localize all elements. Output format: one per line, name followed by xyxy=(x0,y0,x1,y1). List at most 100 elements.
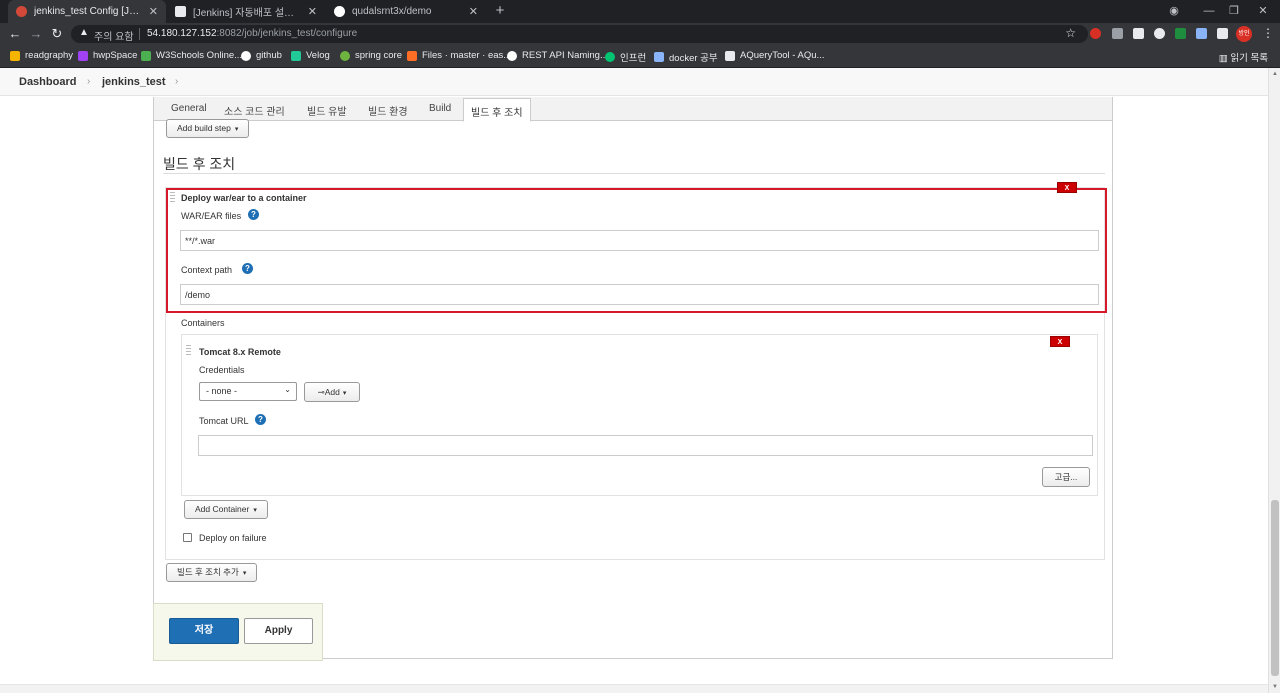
extension-icon[interactable] xyxy=(1154,28,1165,39)
bookmark-label: hwpSpace xyxy=(93,50,138,61)
extension-icon[interactable] xyxy=(1090,28,1101,39)
button-label: Add xyxy=(324,387,340,397)
add-container-button[interactable]: Add Container ▾ xyxy=(184,500,268,519)
advanced-button[interactable]: 고급... xyxy=(1042,467,1090,487)
close-tab-icon[interactable]: ✕ xyxy=(469,5,478,18)
bookmark-aquerytool[interactable]: AQueryTool - AQu... xyxy=(725,50,824,61)
extension-icon[interactable] xyxy=(1133,28,1144,39)
tab-build[interactable]: Build xyxy=(429,103,451,114)
menu-kebab-icon[interactable]: ⋮ xyxy=(1262,26,1274,40)
close-tab-icon[interactable]: ✕ xyxy=(308,5,317,18)
tomcat-title: Tomcat 8.x Remote xyxy=(199,347,281,357)
back-icon[interactable]: ← xyxy=(7,26,23,42)
url-text[interactable]: 54.180.127.152:8082/job/jenkins_test/con… xyxy=(147,28,357,39)
bookmark-label: AQueryTool - AQu... xyxy=(740,50,825,61)
caret-down-icon: ▾ xyxy=(242,570,247,577)
close-window-icon[interactable]: ✕ xyxy=(1250,0,1276,23)
browser-tab-github[interactable]: qudalsrnt3x/demo ✕ xyxy=(326,0,486,23)
tab-source-code[interactable]: 소스 코드 관리 xyxy=(224,103,285,118)
drag-handle-icon[interactable] xyxy=(186,345,191,357)
add-post-build-action-button[interactable]: 빌드 후 조치 추가 ▾ xyxy=(166,563,258,582)
breadcrumb-job[interactable]: jenkins_test xyxy=(102,76,166,88)
tab-post-build[interactable]: 빌드 후 조치 xyxy=(463,98,531,122)
close-tab-icon[interactable]: ✕ xyxy=(149,5,158,18)
new-tab-icon[interactable]: + xyxy=(491,2,509,20)
browser-tab-jenkins-config[interactable]: jenkins_test Config [Jenkins] ✕ xyxy=(8,0,166,23)
restore-icon[interactable]: ❐ xyxy=(1221,0,1247,23)
bookmark-rest-api[interactable]: REST API Naming... xyxy=(507,50,608,61)
deploy-title: Deploy war/ear to a container xyxy=(181,193,307,203)
bookmark-label: 인프런 xyxy=(620,53,647,64)
help-icon[interactable]: ? xyxy=(255,414,266,425)
tab-title: jenkins_test Config [Jenkins] xyxy=(34,6,141,17)
reload-icon[interactable]: ↻ xyxy=(49,26,65,42)
breadcrumb-separator[interactable]: › xyxy=(87,76,90,87)
select-value: - none - xyxy=(206,386,238,396)
apply-button[interactable]: Apply xyxy=(244,618,313,644)
page-scrollbar[interactable]: ▲ ▼ xyxy=(1268,68,1280,693)
scroll-down-icon[interactable]: ▼ xyxy=(1269,681,1280,693)
tab-build-triggers[interactable]: 빌드 유발 xyxy=(307,103,347,118)
bookmark-hwpspace[interactable]: hwpSpace xyxy=(78,50,137,61)
monitor-icon xyxy=(654,52,664,62)
minimize-icon[interactable]: — xyxy=(1196,0,1222,23)
tomcat-container-block xyxy=(181,334,1098,496)
tab-search-icon[interactable]: ◉ xyxy=(1161,0,1187,23)
button-label: 빌드 후 조치 추가 xyxy=(177,567,239,577)
url-path: :8082/job/jenkins_test/configure xyxy=(216,28,358,39)
address-bar[interactable]: ▲ 주의 요함 54.180.127.152:8082/job/jenkins_… xyxy=(71,25,1088,43)
jenkins-favicon-icon xyxy=(16,6,27,17)
caret-down-icon: ▾ xyxy=(234,126,239,133)
scroll-up-icon[interactable]: ▲ xyxy=(1269,68,1280,80)
help-icon[interactable]: ? xyxy=(242,263,253,274)
bookmark-star-icon[interactable]: ☆ xyxy=(1065,26,1076,40)
caret-down-icon: ▾ xyxy=(253,507,257,514)
tomcat-url-input[interactable] xyxy=(198,435,1093,456)
add-credentials-button[interactable]: ⊸Add ▾ xyxy=(304,382,360,402)
context-path-input[interactable]: /demo xyxy=(180,284,1099,305)
tab-title: [Jenkins] 자동배포 설정 :: 개인의 xyxy=(193,8,300,19)
profile-avatar[interactable]: 방인 xyxy=(1236,26,1252,42)
bookmark-github[interactable]: github xyxy=(241,50,282,61)
breadcrumb-separator[interactable]: › xyxy=(175,76,178,87)
browser-tab-blog[interactable]: [Jenkins] 자동배포 설정 :: 개인의 ✕ xyxy=(167,0,325,23)
breadcrumb: Dashboard › jenkins_test › xyxy=(0,68,1268,96)
save-button[interactable]: 저장 xyxy=(169,618,239,644)
breadcrumb-dashboard[interactable]: Dashboard xyxy=(19,76,76,88)
tab-general[interactable]: General xyxy=(171,103,207,114)
tab-build-environment[interactable]: 빌드 환경 xyxy=(368,103,408,118)
delete-deploy-button[interactable]: X xyxy=(1057,182,1077,193)
forward-icon[interactable]: → xyxy=(28,26,44,42)
war-files-input[interactable]: **/*.war xyxy=(180,230,1099,251)
bookmark-readgraphy[interactable]: readgraphy xyxy=(10,50,73,61)
bookmark-spring-core[interactable]: spring core xyxy=(340,50,402,61)
delete-container-button[interactable]: X xyxy=(1050,336,1070,347)
extension-icon[interactable] xyxy=(1175,28,1186,39)
bookmark-inflearn[interactable]: 인프런 xyxy=(605,50,646,64)
bookmark-docker[interactable]: docker 공부 xyxy=(654,50,718,64)
credentials-select[interactable]: - none - ⌄ xyxy=(199,382,297,401)
extension-icon[interactable] xyxy=(1196,28,1207,39)
scrollbar-thumb[interactable] xyxy=(1271,500,1279,676)
add-build-step-button[interactable]: Add build step ▾ xyxy=(166,119,250,138)
spring-icon xyxy=(340,50,350,61)
bookmark-label: github xyxy=(256,50,282,61)
inflearn-icon xyxy=(605,52,615,62)
drag-handle-icon[interactable] xyxy=(170,192,175,204)
github-favicon-icon xyxy=(334,6,345,17)
bookmark-velog[interactable]: Velog xyxy=(291,50,330,61)
bookmark-label: readgraphy xyxy=(25,50,74,61)
deploy-on-failure-checkbox[interactable] xyxy=(183,533,192,542)
page-icon xyxy=(725,50,735,61)
help-icon[interactable]: ? xyxy=(248,209,259,220)
extension-icon[interactable] xyxy=(1112,28,1123,39)
extensions-puzzle-icon[interactable] xyxy=(1217,28,1228,39)
divider xyxy=(139,28,140,40)
bookmark-label: Files · master · eas... xyxy=(422,50,512,61)
bookmark-w3schools[interactable]: W3Schools Online... xyxy=(141,50,242,61)
caret-down-icon: ▾ xyxy=(342,390,347,397)
chevron-down-icon: ⌄ xyxy=(284,385,291,394)
reading-list[interactable]: ▥ 읽기 목록 xyxy=(1219,50,1268,64)
bookmark-gitlab-files[interactable]: Files · master · eas... xyxy=(407,50,511,61)
credentials-label: Credentials xyxy=(199,365,245,375)
